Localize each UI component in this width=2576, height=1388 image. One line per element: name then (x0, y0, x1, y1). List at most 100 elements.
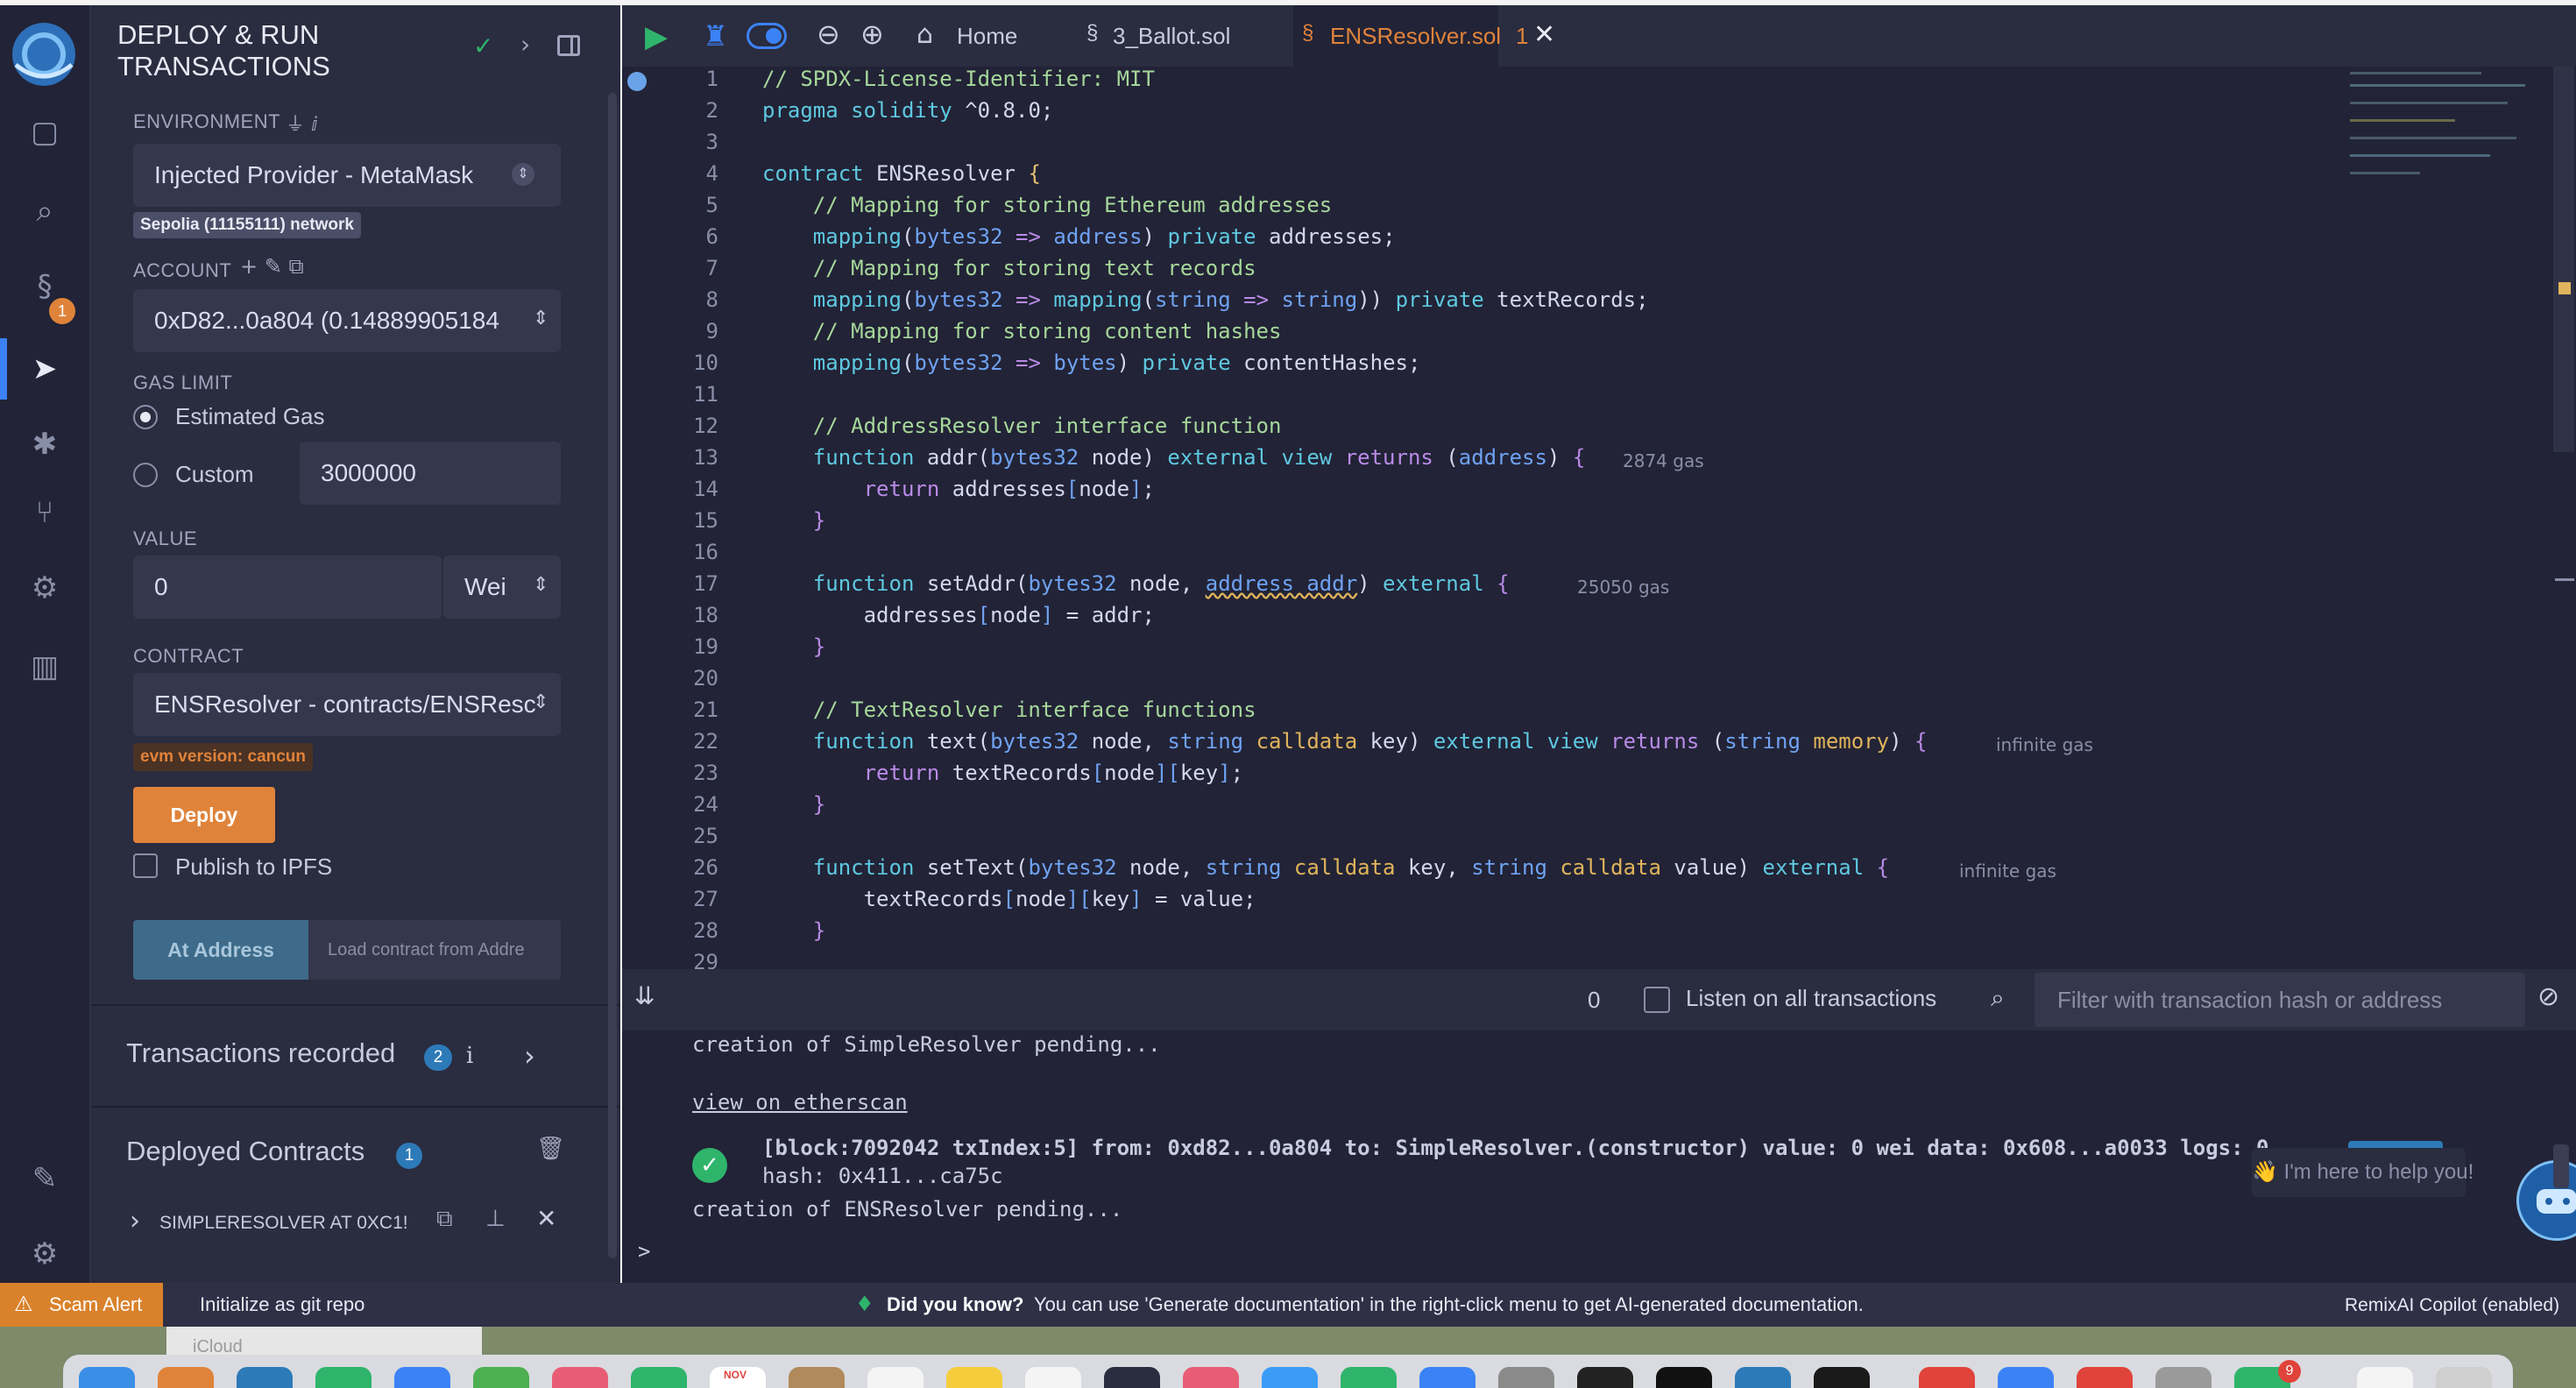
copilot-robot-icon[interactable]: ♜ (703, 19, 728, 53)
pin-icon[interactable]: ⊥ (485, 1206, 506, 1232)
git-init-button[interactable]: Initialize as git repo (200, 1293, 364, 1316)
numbers-icon[interactable] (1341, 1367, 1397, 1388)
scam-alert-button[interactable]: ⚠ Scam Alert (0, 1283, 163, 1327)
launchpad-icon[interactable] (158, 1367, 214, 1388)
terminal-filter-input[interactable]: Filter with transaction hash or address (2035, 973, 2525, 1027)
transactions-recorded-label[interactable]: Transactions recorded (126, 1037, 395, 1069)
copilot-status[interactable]: RemixAI Copilot (enabled) (2345, 1295, 2559, 1316)
keynote-icon[interactable] (1419, 1367, 1476, 1388)
etherscan-link[interactable]: view on etherscan (692, 1090, 908, 1115)
search-icon: ⌕ (1991, 983, 2005, 1012)
solidity-file-icon: § (1086, 21, 1099, 45)
copilot-help-bubble[interactable]: 👋 I'm here to help you! (2252, 1148, 2473, 1197)
terminal-icon[interactable] (1656, 1367, 1712, 1388)
account-select[interactable]: 0xD82...0a804 (0.14889905184 (133, 289, 561, 352)
chrome-icon[interactable] (1919, 1367, 1975, 1388)
zoom-in-icon[interactable]: ⊕ (860, 18, 884, 51)
debugger-icon[interactable]: ✱ (26, 426, 63, 463)
clear-terminal-icon[interactable]: ⊘ (2537, 981, 2559, 1012)
downloads-icon[interactable] (2357, 1367, 2413, 1388)
mail-icon[interactable] (394, 1367, 450, 1388)
brave-icon[interactable] (2077, 1367, 2133, 1388)
at-address-button[interactable]: At Address (133, 920, 308, 980)
close-icon[interactable]: ✕ (536, 1204, 556, 1233)
contract-select[interactable]: ENSResolver - contracts/ENSResc (133, 673, 561, 736)
value-input[interactable]: 0 (133, 556, 442, 619)
vscode-icon[interactable] (1735, 1367, 1791, 1388)
copy-icon[interactable]: ⧉ (436, 1206, 453, 1233)
solidity-file-icon: § (1302, 21, 1314, 45)
remix-logo-icon[interactable] (7, 18, 81, 91)
account-actions-icons[interactable]: + ✎ ⧉ (240, 254, 304, 279)
learneth-icon[interactable]: ▥ (26, 648, 63, 685)
tab-home[interactable]: Home (957, 5, 1017, 67)
toggle-panel-icon[interactable] (557, 35, 580, 56)
tab-close-icon[interactable]: ✕ (1533, 19, 1555, 50)
messages-icon[interactable] (315, 1367, 372, 1388)
settings-plugin-icon[interactable]: ⚙ (26, 570, 63, 606)
tab-ballot[interactable]: 3_Ballot.sol (1113, 5, 1230, 67)
editor-scrollbar[interactable] (2553, 67, 2574, 452)
trash-icon[interactable]: 🗑 (536, 1136, 565, 1162)
listen-checkbox[interactable] (1644, 987, 1670, 1013)
gas-estimated-radio[interactable] (133, 405, 158, 429)
terminal-scrollbar[interactable] (2553, 1144, 2569, 1188)
transactions-expand-icon[interactable]: › (524, 1039, 535, 1073)
system-settings-icon[interactable] (1498, 1367, 1554, 1388)
line-number: 23 (693, 761, 718, 785)
git-icon[interactable]: ⑂ (26, 494, 63, 531)
file-explorer-icon[interactable]: ▢ (26, 114, 63, 151)
freeform-icon[interactable] (1025, 1367, 1081, 1388)
tab-ens-resolver[interactable]: ENSResolver.sol (1330, 5, 1501, 67)
gas-custom-radio[interactable] (133, 463, 158, 487)
overview-ruler-mark (2558, 282, 2571, 294)
code-editor[interactable]: 1 2 3 4 5 6 7 8 9 10 11 12 13 14 15 16 17 18 19 20 21 22 23 24 2… (622, 67, 2576, 974)
panel-scrollbar[interactable] (608, 93, 617, 1258)
tx-receipt-line[interactable]: [block:7092042 txIndex:5] from: 0xd82...… (762, 1136, 2268, 1160)
chatgpt-icon[interactable] (1577, 1367, 1633, 1388)
safari-icon[interactable] (237, 1367, 293, 1388)
load-contract-input[interactable]: Load contract from Addre (308, 920, 561, 980)
terminal-prompt[interactable]: > (638, 1239, 650, 1264)
warp-icon[interactable] (1814, 1367, 1870, 1388)
search-icon[interactable]: ⌕ (26, 193, 63, 230)
line-number: 24 (693, 792, 718, 817)
run-icon[interactable]: ▶ (645, 19, 668, 54)
photos-icon[interactable] (552, 1367, 608, 1388)
plugin-manager-icon[interactable]: ✎ (26, 1160, 63, 1197)
tv-icon[interactable] (1104, 1367, 1160, 1388)
music-icon[interactable] (1183, 1367, 1239, 1388)
publish-ipfs-checkbox[interactable] (133, 853, 158, 878)
line-number: 16 (693, 540, 718, 564)
app-store-icon[interactable] (1262, 1367, 1318, 1388)
copilot-toggle[interactable] (747, 23, 787, 49)
deploy-button[interactable]: Deploy (133, 787, 275, 843)
preview-icon[interactable] (2155, 1367, 2212, 1388)
calendar-icon[interactable]: NOV (710, 1367, 766, 1388)
contacts-icon[interactable] (789, 1367, 845, 1388)
deployed-count-badge: 1 (396, 1143, 422, 1169)
notes-icon[interactable] (946, 1367, 1002, 1388)
chevron-right-icon[interactable]: › (520, 30, 530, 59)
code-line: return textRecords[node][key]; (863, 761, 1244, 785)
line-number: 12 (693, 414, 718, 438)
finder-icon[interactable] (79, 1367, 135, 1388)
trash-icon[interactable] (2436, 1367, 2492, 1388)
gas-custom-input[interactable]: 3000000 (300, 442, 561, 505)
minimap[interactable] (2345, 67, 2546, 242)
deployed-item-chevron-icon[interactable]: › (130, 1206, 140, 1236)
facetime-icon[interactable] (631, 1367, 687, 1388)
zoom-icon[interactable] (1998, 1367, 2054, 1388)
home-icon[interactable]: ⌂ (916, 19, 933, 50)
code-line: textRecords[node][key] = value; (762, 887, 1256, 911)
settings-icon[interactable]: ⚙ (26, 1236, 63, 1272)
gas-estimate-setaddr: 25050 gas (1577, 577, 1670, 598)
collapse-terminal-icon[interactable]: ⇊ (634, 981, 655, 1010)
zoom-out-icon[interactable]: ⊖ (817, 18, 840, 51)
maps-icon[interactable] (473, 1367, 529, 1388)
environment-select[interactable]: Injected Provider - MetaMask (133, 144, 561, 207)
deploy-run-icon[interactable]: ➤ (26, 351, 63, 387)
deployed-contract-item[interactable]: SIMPLERESOLVER AT 0XC1! (159, 1213, 408, 1234)
reminders-icon[interactable] (867, 1367, 924, 1388)
panel-title: DEPLOY & RUN TRANSACTIONS (117, 19, 330, 82)
